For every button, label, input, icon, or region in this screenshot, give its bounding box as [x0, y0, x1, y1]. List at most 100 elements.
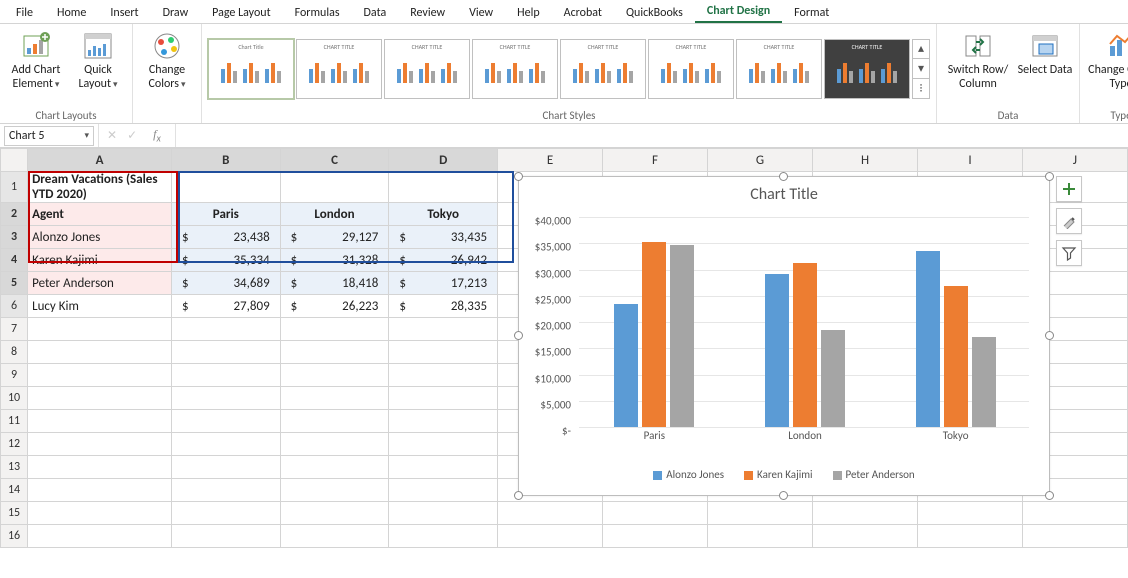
- resize-handle[interactable]: [514, 172, 523, 181]
- row-header-12[interactable]: 12: [1, 433, 28, 456]
- cell-C12[interactable]: [280, 433, 389, 456]
- cell-C8[interactable]: [280, 341, 389, 364]
- cell-A13[interactable]: [28, 456, 172, 479]
- col-header-H[interactable]: H: [813, 149, 918, 172]
- cell-I16[interactable]: [918, 525, 1023, 548]
- cell-E15[interactable]: [498, 502, 603, 525]
- tab-review[interactable]: Review: [398, 2, 457, 23]
- cell-C6[interactable]: $26,223: [280, 295, 389, 318]
- cell-D15[interactable]: [389, 502, 498, 525]
- row-header-1[interactable]: 1: [1, 172, 28, 203]
- change-colors-button[interactable]: Change Colors: [139, 26, 195, 92]
- bar-Peter-Anderson-London[interactable]: [821, 330, 845, 427]
- cell-D6[interactable]: $28,335: [389, 295, 498, 318]
- cell-A12[interactable]: [28, 433, 172, 456]
- cell-B6[interactable]: $27,809: [171, 295, 280, 318]
- name-box[interactable]: Chart 5 ▾: [4, 126, 94, 146]
- cell-I15[interactable]: [918, 502, 1023, 525]
- cell-E16[interactable]: [498, 525, 603, 548]
- tab-file[interactable]: File: [4, 2, 45, 23]
- col-header-F[interactable]: F: [603, 149, 708, 172]
- legend-item[interactable]: Alonzo Jones: [653, 468, 724, 481]
- switch-row-column-button[interactable]: Switch Row/ Column: [943, 26, 1013, 92]
- row-header-14[interactable]: 14: [1, 479, 28, 502]
- select-data-button[interactable]: Select Data: [1017, 26, 1073, 78]
- cell-C11[interactable]: [280, 410, 389, 433]
- row-header-7[interactable]: 7: [1, 318, 28, 341]
- cell-H16[interactable]: [813, 525, 918, 548]
- chart-legend[interactable]: Alonzo JonesKaren KajimiPeter Anderson: [519, 468, 1049, 481]
- cell-A16[interactable]: [28, 525, 172, 548]
- row-header-15[interactable]: 15: [1, 502, 28, 525]
- chart-style-5[interactable]: CHART TITLE: [560, 39, 646, 99]
- cell-C15[interactable]: [280, 502, 389, 525]
- tab-chart-design[interactable]: Chart Design: [695, 0, 782, 23]
- cell-B10[interactable]: [171, 387, 280, 410]
- resize-handle[interactable]: [1045, 491, 1054, 500]
- cell-A3[interactable]: Alonzo Jones: [28, 226, 172, 249]
- col-header-A[interactable]: A: [28, 149, 172, 172]
- cell-A6[interactable]: Lucy Kim: [28, 295, 172, 318]
- chart-title[interactable]: Chart Title: [519, 177, 1049, 204]
- cell-B13[interactable]: [171, 456, 280, 479]
- cell-J16[interactable]: [1022, 525, 1127, 548]
- cell-J15[interactable]: [1022, 502, 1127, 525]
- col-header-J[interactable]: J: [1022, 149, 1127, 172]
- cell-F15[interactable]: [603, 502, 708, 525]
- legend-item[interactable]: Karen Kajimi: [744, 468, 813, 481]
- tab-data[interactable]: Data: [352, 2, 399, 23]
- cell-B7[interactable]: [171, 318, 280, 341]
- cell-C7[interactable]: [280, 318, 389, 341]
- row-header-8[interactable]: 8: [1, 341, 28, 364]
- tab-quickbooks[interactable]: QuickBooks: [614, 2, 695, 23]
- row-header-13[interactable]: 13: [1, 456, 28, 479]
- row-header-11[interactable]: 11: [1, 410, 28, 433]
- cell-D8[interactable]: [389, 341, 498, 364]
- tab-formulas[interactable]: Formulas: [283, 2, 352, 23]
- tab-draw[interactable]: Draw: [151, 2, 201, 23]
- resize-handle[interactable]: [1045, 172, 1054, 181]
- cell-B12[interactable]: [171, 433, 280, 456]
- row-header-9[interactable]: 9: [1, 364, 28, 387]
- bar-Alonzo-Jones-Paris[interactable]: [614, 304, 638, 427]
- chart-style-6[interactable]: CHART TITLE: [648, 39, 734, 99]
- chart-style-1[interactable]: Chart Title: [208, 39, 294, 99]
- quick-layout-button[interactable]: Quick Layout: [70, 26, 126, 92]
- chart-elements-button[interactable]: [1056, 176, 1082, 202]
- cell-C2[interactable]: London: [280, 203, 389, 226]
- tab-help[interactable]: Help: [505, 2, 552, 23]
- row-header-10[interactable]: 10: [1, 387, 28, 410]
- worksheet[interactable]: ABCDEFGHIJ1Dream Vacations (Sales YTD 20…: [0, 148, 1128, 548]
- change-chart-type-button[interactable]: Change Chart Type: [1086, 26, 1128, 92]
- cell-A14[interactable]: [28, 479, 172, 502]
- cell-B9[interactable]: [171, 364, 280, 387]
- tab-format[interactable]: Format: [782, 2, 841, 23]
- chart-style-8[interactable]: CHART TITLE: [824, 39, 910, 99]
- cell-D7[interactable]: [389, 318, 498, 341]
- tab-insert[interactable]: Insert: [98, 2, 150, 23]
- cell-B5[interactable]: $34,689: [171, 272, 280, 295]
- cell-C16[interactable]: [280, 525, 389, 548]
- cell-D3[interactable]: $33,435: [389, 226, 498, 249]
- cell-D9[interactable]: [389, 364, 498, 387]
- row-header-5[interactable]: 5: [1, 272, 28, 295]
- chart-filters-button[interactable]: [1056, 240, 1082, 266]
- add-chart-element-button[interactable]: Add Chart Element: [6, 26, 66, 92]
- cell-B1[interactable]: [171, 172, 280, 203]
- cell-C9[interactable]: [280, 364, 389, 387]
- col-header-I[interactable]: I: [918, 149, 1023, 172]
- chart-styles-more[interactable]: ▴▾⁝: [912, 39, 930, 99]
- resize-handle[interactable]: [779, 172, 788, 181]
- row-header-4[interactable]: 4: [1, 249, 28, 272]
- cell-D13[interactable]: [389, 456, 498, 479]
- enter-icon[interactable]: ✓: [127, 128, 137, 143]
- cell-B15[interactable]: [171, 502, 280, 525]
- cell-D4[interactable]: $26,942: [389, 249, 498, 272]
- cell-D5[interactable]: $17,213: [389, 272, 498, 295]
- cell-C13[interactable]: [280, 456, 389, 479]
- cell-A10[interactable]: [28, 387, 172, 410]
- col-header-C[interactable]: C: [280, 149, 389, 172]
- row-header-6[interactable]: 6: [1, 295, 28, 318]
- col-header-E[interactable]: E: [498, 149, 603, 172]
- cell-A8[interactable]: [28, 341, 172, 364]
